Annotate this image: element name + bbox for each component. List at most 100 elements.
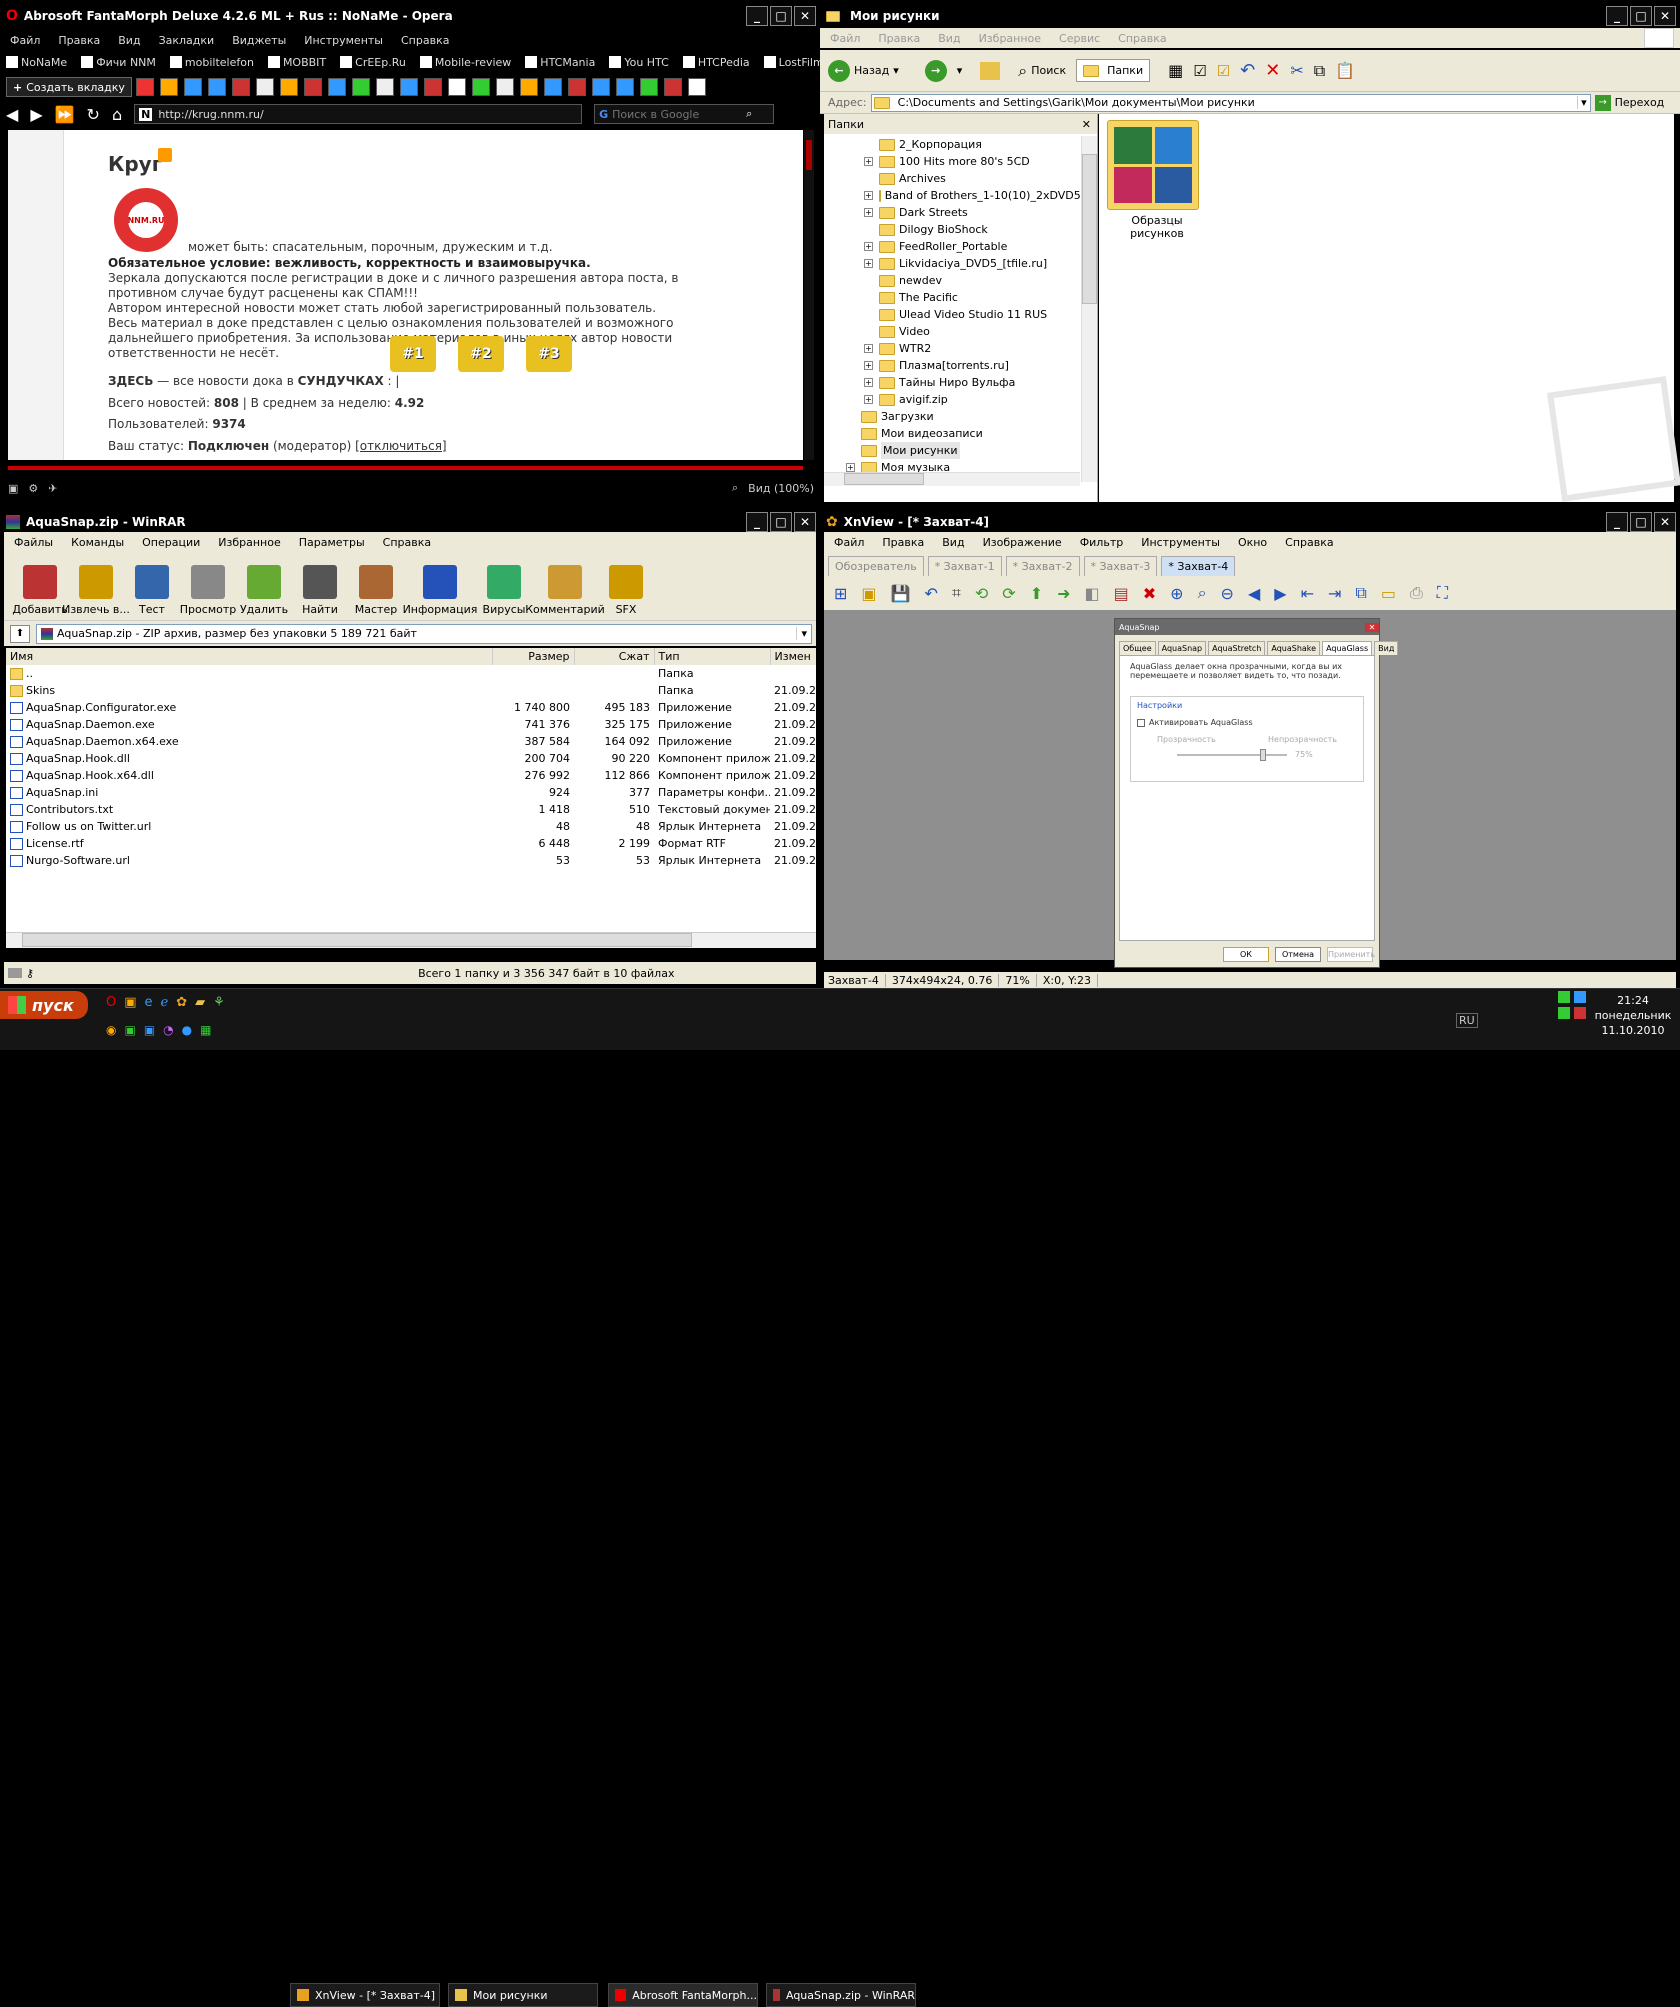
table-row[interactable]: License.rtf 6 448 2 199 Формат RTF 21.09.2 [6,835,816,852]
rank-badge[interactable]: #3 [526,336,572,372]
rotate-left-icon[interactable]: ⟲ [975,584,988,603]
tree-item[interactable]: 2_Корпорация [828,136,1080,153]
menu-item[interactable]: Операции [142,536,200,549]
search-input[interactable] [612,107,743,121]
toolbar-button[interactable]: Добавить [12,565,68,616]
table-row[interactable]: Follow us on Twitter.url 48 48 Ярлык Интерн… [6,818,816,835]
ie-icon[interactable]: e [145,995,153,1010]
expand-icon[interactable]: + [864,242,873,251]
menu-item[interactable]: Файл [10,34,40,47]
folder-launch-icon[interactable]: ▰ [195,995,205,1010]
tree-vscroll[interactable] [1081,136,1097,482]
export-icon[interactable]: ➜ [1057,584,1070,603]
rss-icon[interactable] [158,148,172,162]
cut-icon[interactable]: ✂ [1290,61,1303,80]
rank-badge[interactable]: #2 [458,336,504,372]
dialog-tab[interactable]: AquaStretch [1208,641,1266,655]
app-icon-5[interactable]: ● [182,1023,192,1037]
tab-favicon-icon[interactable] [375,78,394,96]
toolbar-button[interactable]: Комментарий [525,565,605,616]
menu-item[interactable]: Файл [830,32,860,45]
taskbar-button[interactable]: Мои рисунки [448,1983,598,2007]
bookmark-item[interactable]: MOBBIT [267,56,326,69]
forward-icon[interactable]: ▶ [30,105,42,124]
expand-icon[interactable]: + [864,395,873,404]
tab-2[interactable]: * Захват-2 [1005,556,1080,576]
bookmark-item[interactable]: LostFilm.TV [763,56,820,69]
tab-favicon-icon[interactable] [471,78,490,96]
tray-app-icon[interactable] [1558,991,1570,1003]
zoom-level[interactable]: Вид (100%) [748,482,814,495]
tree-item[interactable]: Загрузки [828,408,1080,425]
clock[interactable]: 21:24 понедельник 11.10.2010 [1590,993,1676,1038]
toolbar-button[interactable]: Вирусы [476,565,532,616]
menu-item[interactable]: Инструменты [304,34,383,47]
views-icon[interactable]: ▦ [1168,61,1183,80]
app-icon-2[interactable]: ▣ [124,1023,135,1037]
table-row[interactable]: AquaSnap.Configurator.exe 1 740 800 495 18… [6,699,816,716]
palette-icon[interactable]: ▤ [1114,584,1129,603]
tray-app2-icon[interactable] [1558,1007,1570,1019]
menu-item[interactable]: Правка [882,536,924,549]
tree-item[interactable]: Archives [828,170,1080,187]
cancel-button[interactable]: Отмена [1275,947,1321,962]
column-header[interactable]: Размер [492,648,575,665]
tab-favicon-icon[interactable] [231,78,250,96]
tab-favicon-icon[interactable] [399,78,418,96]
tab-favicon-icon[interactable] [591,78,610,96]
toolbar-button[interactable]: Удалить [236,565,292,616]
menu-item[interactable]: Вид [938,32,960,45]
folders-button[interactable]: Папки [1076,59,1151,82]
sample-pictures-folder[interactable]: Образцы рисунков [1107,120,1207,240]
tab-favicon-icon[interactable] [639,78,658,96]
opera-launch-icon[interactable]: O [106,995,116,1010]
tab-favicon-icon[interactable] [207,78,226,96]
turbo-icon[interactable]: ✈ [48,482,57,495]
tree-item[interactable]: Dilogy BioShock [828,221,1080,238]
rotate-right-icon[interactable]: ⟳ [1002,584,1015,603]
tree-item[interactable]: + FeedRoller_Portable [828,238,1080,255]
url-field[interactable]: Nhttp://krug.nnm.ru/ [134,104,583,124]
expand-icon[interactable]: + [864,157,873,166]
disconnect-link[interactable]: [отключиться] [355,439,446,453]
menu-item[interactable]: Закладки [159,34,215,47]
table-row[interactable]: Skins Папка 21.09.2 [6,682,816,699]
no-effects-icon[interactable]: ✖ [1143,584,1156,603]
table-row[interactable]: AquaSnap.Daemon.x64.exe 387 584 164 092 При… [6,733,816,750]
ok-button[interactable]: ОК [1223,947,1269,962]
zoom-out-icon[interactable]: ⊖ [1221,584,1234,603]
table-row[interactable]: .. Папка [6,665,816,682]
open-folder-icon[interactable]: ▣ [861,584,876,603]
menu-item[interactable]: Избранное [979,32,1041,45]
list-hscroll[interactable] [6,932,816,948]
expand-icon[interactable]: + [864,361,873,370]
toolbar-button[interactable]: SFX [598,565,654,616]
dialog-tab[interactable]: AquaSnap [1157,641,1207,655]
expand-icon[interactable]: + [846,463,855,472]
slideshow-icon[interactable]: ▭ [1381,584,1396,603]
tree-item[interactable]: Video [828,323,1080,340]
copy-to-icon[interactable]: ☑ [1193,62,1206,80]
back-icon[interactable]: ◀ [6,105,18,124]
go-button[interactable]: → Переход [1594,94,1664,111]
delete-icon[interactable]: ✕ [1265,60,1280,81]
close-button[interactable]: ✕ [794,512,816,532]
language-indicator[interactable]: RU [1456,1013,1478,1028]
reload-icon[interactable]: ↻ [87,105,100,124]
apply-button[interactable]: Применить [1327,947,1375,962]
chests-link[interactable]: СУНДУЧКАХ [298,374,384,388]
dialog-tab[interactable]: AquaGlass [1322,641,1373,655]
tab-3[interactable]: * Захват-3 [1083,556,1158,576]
minimize-button[interactable]: _ [1606,6,1628,26]
table-row[interactable]: Contributors.txt 1 418 510 Текстовый докуме… [6,801,816,818]
minimize-button[interactable]: _ [746,6,768,26]
toolbar-button[interactable]: Тест [124,565,180,616]
toolbar-button[interactable]: Найти [292,565,348,616]
next-icon[interactable]: ▶ [1274,584,1286,603]
forward-arrow-icon[interactable]: → [924,59,947,82]
app-icon-1[interactable]: ◉ [106,1023,116,1037]
pane-close-icon[interactable]: ✕ [1082,118,1091,131]
back-button[interactable]: ← Назад ▾ [828,59,899,82]
paste-icon[interactable]: 📋 [1335,61,1355,80]
tree-item[interactable]: + WTR2 [828,340,1080,357]
